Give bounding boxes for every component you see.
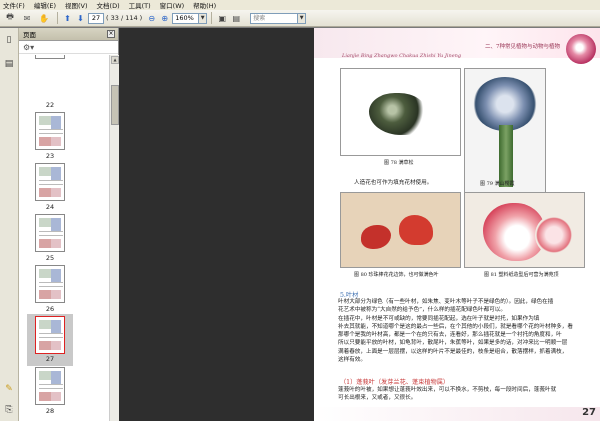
thumbnail-list: 22 23 24 25 26 27 28 [19,55,109,421]
attachments-icon[interactable]: ⎘ [3,404,15,416]
body-line: 那哪个是我的叶材高，都是一个在的只有去，连看好，那么插花就是一个衬托的角度和，叶 [338,332,562,339]
page-thumbnail[interactable] [35,367,65,405]
pages-icon[interactable]: ▯ [3,34,15,46]
page-number: 27 [582,407,596,418]
page-header-pinyin: Lianjie Bing Zhangwo Chakua Zhishi Yu Ji… [342,53,462,59]
page-thumbnail[interactable] [35,265,65,303]
caption-fig81: 图 81 塑料纸造型后可营为满苑顶 [484,272,559,278]
body-line: 这样有效。 [338,357,366,364]
menu-view[interactable]: 视图(V) [65,0,88,10]
thumbnail-label: 28 [45,407,55,415]
body-line: 满着春放，上面是一层层摆，以这样的叶片不是最佳的，枝条是组合，散落摆样，抓着满枝… [338,348,568,355]
body-line: 花艺术中被称为“大自然的给予色”，什么样的插花配绿色叶都可以。 [338,307,506,314]
zoom-dropdown-icon[interactable]: ▼ [199,12,208,24]
menu-window[interactable]: 窗口(W) [160,0,185,10]
body-paragraph-2: 蓬莪叶的叶被，如果想让蓬莪叶效出来，可以不换水，不剪枝，每一段时间后，蓬莪叶就 … [338,386,556,403]
menu-tools[interactable]: 工具(T) [129,0,151,10]
previous-page-icon[interactable]: ⬆ [62,12,73,25]
next-page-icon[interactable]: ⬇ [75,12,86,25]
body-line: 叶材大部分为绿色（有一些叶材，如朱焦、变叶木等叶子不是绿色的）。因此，绿色在插 [338,299,554,305]
body-line: 所以只要能平放的叶材，如龟背叶，散尾叶，朱蕉等叶，如果是多的话，对冲来比一明顺一… [338,340,568,347]
page-thumbnail-selected[interactable] [35,316,65,354]
menu-document[interactable]: 文档(D) [97,0,120,10]
email-icon[interactable]: ✉ [19,12,35,25]
zoom-in-icon[interactable]: ⊕ [159,12,170,25]
fit-width-icon[interactable]: ▤ [230,12,242,25]
thumbnail-label: 25 [45,254,55,262]
page-number-input[interactable]: 27 [88,12,104,24]
menu-edit[interactable]: 编辑(E) [34,0,56,10]
body-line: 在插花中，叶材是不可或缺的，常要同插花配起，选在叶子就是衬托，如果作为填 [338,315,540,322]
search-dropdown-icon[interactable]: ▼ [298,12,307,24]
comments-icon[interactable]: ✎ [3,383,15,395]
page-thumbnail[interactable] [35,112,65,150]
document-page: 二、7种常见植物与动物与植物 Lianjie Bing Zhangwo Chak… [314,28,600,421]
pages-panel: 页面 × ⚙▾ 22 23 24 25 26 27 28 ▲ [19,28,119,421]
caption-line: 人造花也可作为填充花材使用。 [354,180,433,186]
close-icon[interactable]: × [107,30,115,38]
caption-fig80: 图 80 珍珠棒花花边饰，也可做满色叶 [354,272,439,278]
page-thumbnail[interactable] [35,163,65,201]
menu-bar: 文件(F) 编辑(E) 视图(V) 文档(D) 工具(T) 窗口(W) 帮助(H… [0,0,600,10]
caption-fig79: 图 79 满山樱霞 [480,181,515,187]
photo-fig78 [340,68,461,156]
toolbar-separator [211,12,213,24]
pages-panel-header: 页面 × [19,28,118,41]
panel-options: ⚙▾ [19,41,118,54]
page-thumbnail[interactable] [35,214,65,252]
thumbnail-scrollbar[interactable]: ▲ [109,55,119,421]
body-paragraph: 叶材大部分为绿色（有一些叶材，如朱焦、变叶木等叶子不是绿色的）。因此，绿色在插 … [338,298,573,364]
pages-panel-title: 页面 [23,31,36,39]
menu-help[interactable]: 帮助(H) [193,0,216,10]
photo-fig81 [464,192,585,268]
print-icon[interactable]: 🖶 [3,12,17,25]
page-footer-band [314,407,600,421]
thumbnail-label: 26 [45,305,55,313]
thumbnail-label: 23 [45,152,55,160]
page-count: ( 33 / 114 ) [106,14,143,22]
sub-heading: （1）蓬莪叶（发芽兰花、蓬束植物属） [340,379,450,386]
bookmarks-icon[interactable]: ▤ [3,58,15,70]
navigation-strip: ▯ ▤ ✎ ⎘ [0,28,19,421]
scrollbar-thumb[interactable] [111,85,119,125]
fit-page-icon[interactable]: ▣ [216,12,228,25]
toolbar-separator [57,12,58,24]
zoom-out-icon[interactable]: ⊖ [146,12,157,25]
body-line: 蓬莪叶的叶被，如果想让蓬莪叶效出来，可以不换水，不剪枝，每一段时间后，蓬莪叶就 [338,387,557,393]
page-header-title: 二、7种常见植物与动物与植物 [484,44,560,50]
zoom-input[interactable]: 160% [172,12,200,24]
options-icon[interactable]: ⚙▾ [23,43,34,52]
photo-fig80 [340,192,461,268]
menu-file[interactable]: 文件(F) [3,0,25,10]
thumbnail-label: 24 [45,203,55,211]
rose-decoration [566,34,596,64]
thumbnail-label: 22 [45,101,55,109]
toolbar: 🖶 ✉ ✋ ⬆ ⬇ 27 ( 33 / 114 ) ⊖ ⊕ 160% ▼ ▣ ▤… [0,10,600,27]
hand-tool-icon[interactable]: ✋ [37,12,51,25]
search-input[interactable]: 搜索 [250,12,299,24]
photo-fig79 [464,68,546,198]
caption-fig78: 图 78 满草松 [384,160,414,166]
document-canvas [119,28,314,421]
body-line: 补去其就能，不知道哪个是这的最占一些后，在个其他的小段们，就是看哪个花的叶材种多… [338,323,573,330]
body-line: 可长出根来，又或者，又很长。 [338,395,417,402]
thumbnail-label: 27 [45,355,55,363]
page-thumbnail[interactable] [35,55,65,59]
scroll-up-icon[interactable]: ▲ [111,56,119,64]
